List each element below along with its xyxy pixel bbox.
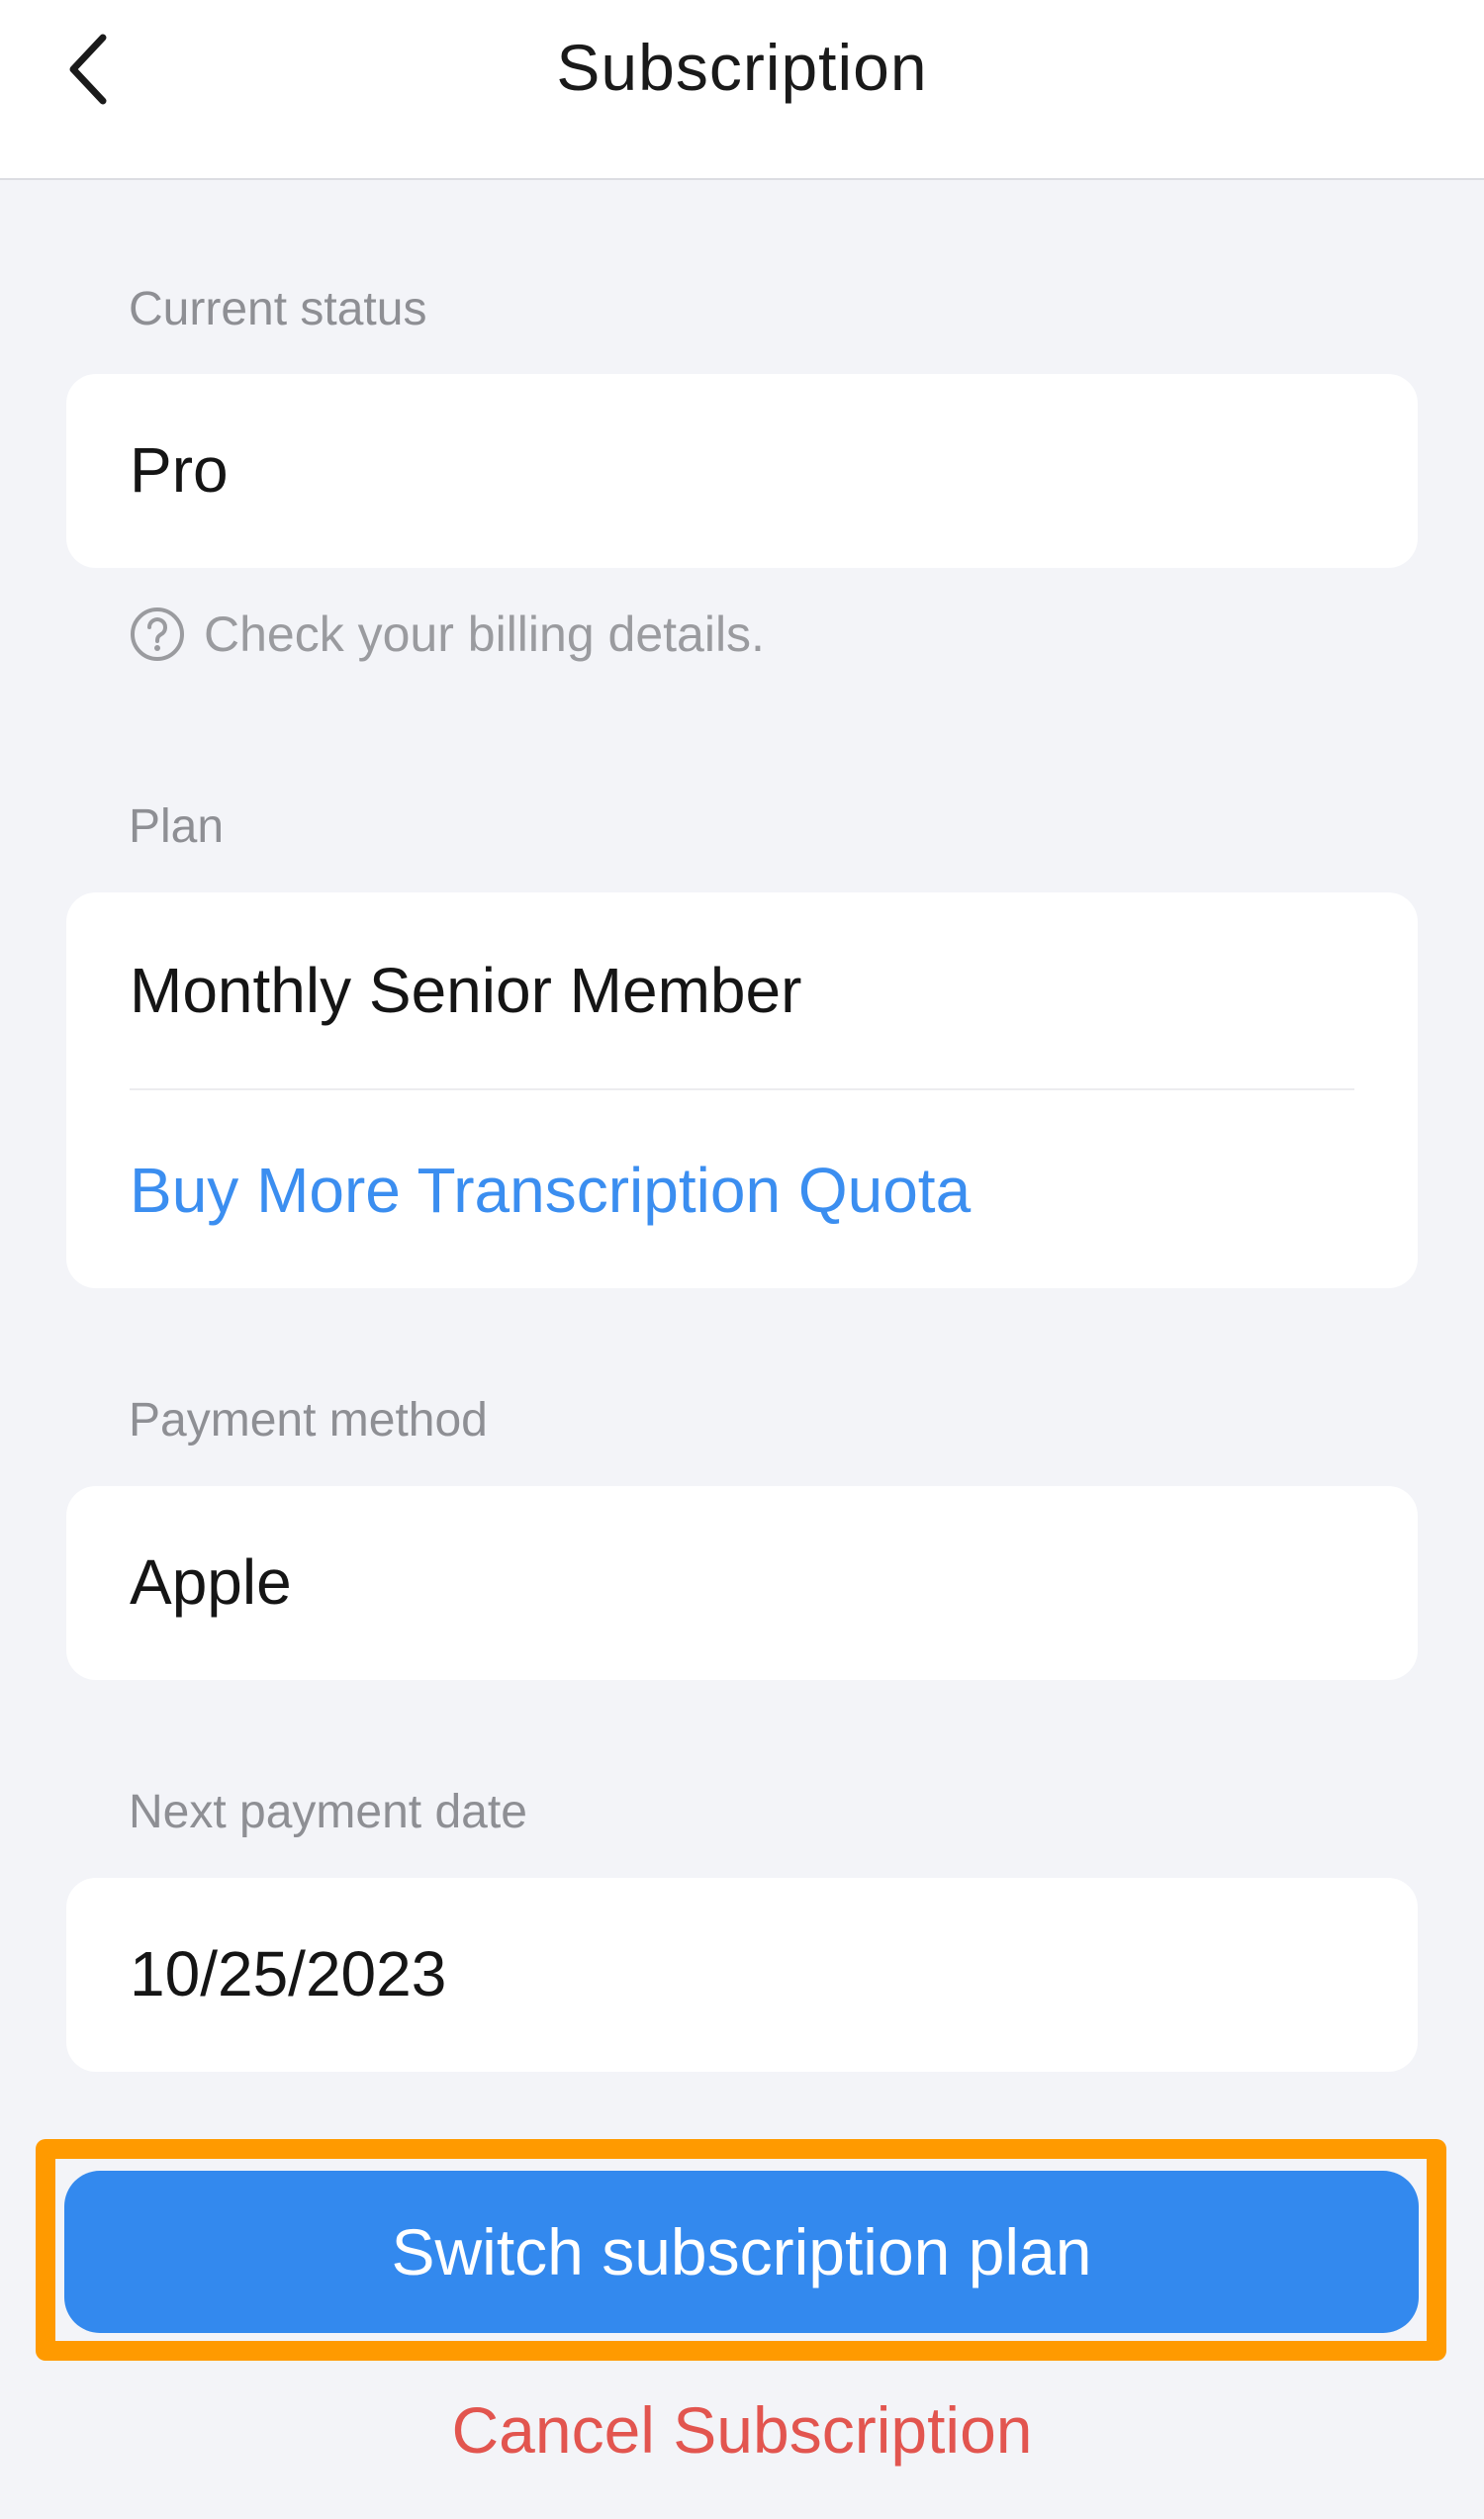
cancel-subscription-button[interactable]: Cancel Subscription	[0, 2392, 1484, 2468]
plan-card: Monthly Senior Member Buy More Transcrip…	[66, 892, 1418, 1288]
payment-method-value: Apple	[130, 1546, 292, 1618]
current-status-card: Pro	[66, 374, 1418, 568]
next-payment-card: 10/25/2023	[66, 1878, 1418, 2072]
billing-hint-text: Check your billing details.	[204, 606, 765, 662]
top-nav-bar: Subscription	[0, 0, 1484, 180]
payment-method-label: Payment method	[129, 1394, 488, 1446]
next-payment-value: 10/25/2023	[130, 1938, 447, 2009]
buy-more-quota-link[interactable]: Buy More Transcription Quota	[130, 1154, 971, 1227]
question-circle-icon	[131, 607, 184, 661]
switch-subscription-plan-button[interactable]: Switch subscription plan	[64, 2171, 1419, 2333]
plan-label: Plan	[129, 800, 225, 853]
next-payment-label: Next payment date	[129, 1786, 527, 1838]
plan-value: Monthly Senior Member	[130, 955, 802, 1026]
page-title: Subscription	[556, 31, 928, 104]
billing-hint[interactable]: Check your billing details.	[129, 606, 765, 663]
payment-method-card: Apple	[66, 1486, 1418, 1680]
current-status-label: Current status	[129, 283, 427, 335]
current-status-value: Pro	[130, 434, 229, 506]
plan-divider	[130, 1088, 1354, 1090]
